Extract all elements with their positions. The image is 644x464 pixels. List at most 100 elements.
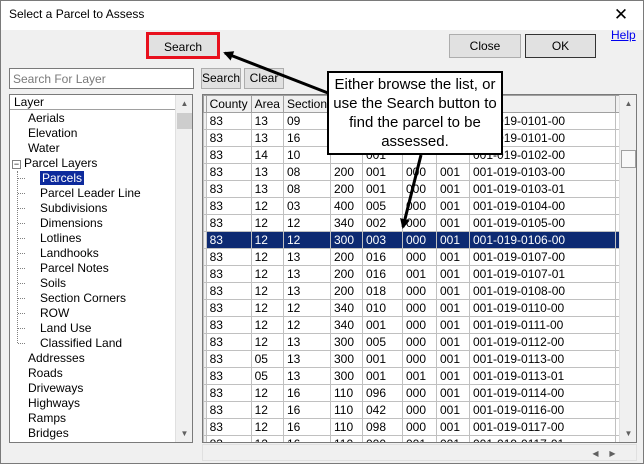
- table-cell[interactable]: 83: [205, 367, 252, 385]
- table-cell[interactable]: 001: [436, 401, 470, 419]
- table-cell[interactable]: 300: [330, 333, 363, 351]
- table-cell[interactable]: 340: [330, 316, 363, 334]
- table-cell[interactable]: 001-019-0117-00: [469, 418, 616, 436]
- table-cell[interactable]: 001: [436, 231, 470, 249]
- table-row[interactable]: 83 12 12 340 002 000 001 001-019-0105-00: [203, 214, 636, 232]
- table-cell[interactable]: 12: [282, 316, 332, 334]
- tree-item[interactable]: Classified Land: [18, 336, 122, 351]
- column-header[interactable]: Section: [282, 95, 332, 113]
- table-cell[interactable]: 001-019-0110-00: [469, 299, 616, 317]
- table-cell[interactable]: 098: [362, 418, 403, 436]
- table-cell[interactable]: 000: [402, 384, 437, 402]
- tree-item[interactable]: − Parcel Layers: [12, 156, 97, 171]
- table-cell[interactable]: 005: [362, 197, 403, 215]
- table-cell[interactable]: 001-019-0111-00: [469, 316, 616, 334]
- table-cell[interactable]: 08: [282, 180, 332, 198]
- table-cell[interactable]: 000: [402, 401, 437, 419]
- table-cell[interactable]: 001: [436, 282, 470, 300]
- table-cell[interactable]: 000: [402, 214, 437, 232]
- table-cell[interactable]: 300: [330, 350, 363, 368]
- table-cell[interactable]: 13: [282, 333, 332, 351]
- table-cell[interactable]: 003: [362, 231, 403, 249]
- table-cell[interactable]: 110: [330, 418, 363, 436]
- table-cell[interactable]: 13: [282, 282, 332, 300]
- table-cell[interactable]: 14: [250, 146, 284, 164]
- table-cell[interactable]: 000: [402, 299, 437, 317]
- table-cell[interactable]: 001-019-0105-00: [469, 214, 616, 232]
- table-cell[interactable]: 83: [205, 384, 252, 402]
- table-cell[interactable]: 13: [282, 248, 332, 266]
- grid-search-button[interactable]: Search: [201, 68, 241, 89]
- tree-item[interactable]: Subdivisions: [18, 201, 107, 216]
- table-cell[interactable]: 002: [362, 214, 403, 232]
- table-cell[interactable]: 300: [330, 367, 363, 385]
- table-cell[interactable]: 000: [402, 333, 437, 351]
- table-row[interactable]: 83 12 13 200 016 000 001 001-019-0107-00: [203, 248, 636, 266]
- table-cell[interactable]: 000: [402, 163, 437, 181]
- table-cell[interactable]: 12: [250, 333, 284, 351]
- table-cell[interactable]: 001: [436, 214, 470, 232]
- table-cell[interactable]: 13: [282, 367, 332, 385]
- table-cell[interactable]: 001-019-0117-01: [469, 435, 616, 442]
- tree-item[interactable]: Section Corners: [18, 291, 126, 306]
- table-cell[interactable]: 13: [282, 350, 332, 368]
- table-cell[interactable]: 001: [436, 367, 470, 385]
- table-cell[interactable]: 12: [250, 282, 284, 300]
- table-cell[interactable]: 12: [250, 384, 284, 402]
- table-cell[interactable]: 096: [362, 384, 403, 402]
- table-cell[interactable]: 001: [436, 248, 470, 266]
- table-cell[interactable]: 001: [402, 435, 437, 442]
- layer-search-input[interactable]: [9, 68, 194, 89]
- tree-item[interactable]: Bridges: [28, 426, 69, 441]
- table-cell[interactable]: 110: [330, 384, 363, 402]
- scroll-right-icon[interactable]: ▶: [604, 445, 621, 462]
- table-cell[interactable]: 016: [362, 265, 403, 283]
- table-cell[interactable]: 001: [436, 316, 470, 334]
- clear-button[interactable]: Clear: [244, 68, 284, 89]
- tree-item[interactable]: ROW: [18, 306, 69, 321]
- table-cell[interactable]: 001-019-0106-00: [469, 231, 616, 249]
- table-cell[interactable]: 005: [362, 333, 403, 351]
- collapse-icon[interactable]: −: [12, 160, 21, 169]
- table-cell[interactable]: 200: [330, 248, 363, 266]
- tree-item[interactable]: Parcels: [18, 171, 85, 186]
- table-cell[interactable]: 000: [402, 248, 437, 266]
- table-cell[interactable]: 03: [282, 197, 332, 215]
- table-cell[interactable]: 09: [282, 112, 332, 130]
- table-cell[interactable]: 001-019-0104-00: [469, 197, 616, 215]
- search-button[interactable]: Search: [146, 32, 220, 59]
- table-cell[interactable]: 001: [436, 299, 470, 317]
- table-cell[interactable]: 001: [436, 384, 470, 402]
- table-cell[interactable]: 001: [436, 418, 470, 436]
- table-cell[interactable]: 12: [282, 299, 332, 317]
- table-cell[interactable]: 042: [362, 401, 403, 419]
- tree-item[interactable]: Railroads: [28, 441, 79, 442]
- table-row[interactable]: 83 12 13 200 018 000 001 001-019-0108-00: [203, 282, 636, 300]
- table-cell[interactable]: 001: [362, 367, 403, 385]
- table-cell[interactable]: 016: [362, 248, 403, 266]
- table-cell[interactable]: 001: [362, 316, 403, 334]
- table-cell[interactable]: 110: [330, 401, 363, 419]
- table-cell[interactable]: 83: [205, 265, 252, 283]
- table-cell[interactable]: 12: [250, 231, 284, 249]
- table-cell[interactable]: 13: [250, 180, 284, 198]
- table-cell[interactable]: 83: [205, 180, 252, 198]
- table-cell[interactable]: 200: [330, 180, 363, 198]
- scroll-left-icon[interactable]: ◀: [587, 445, 604, 462]
- table-cell[interactable]: 16: [282, 401, 332, 419]
- table-cell[interactable]: 12: [250, 418, 284, 436]
- table-row[interactable]: 83 12 13 300 005 000 001 001-019-0112-00: [203, 333, 636, 351]
- table-row[interactable]: 83 12 16 110 042 000 001 001-019-0116-00: [203, 401, 636, 419]
- table-cell[interactable]: 83: [205, 146, 252, 164]
- table-cell[interactable]: 000: [402, 418, 437, 436]
- table-cell[interactable]: 16: [282, 435, 332, 442]
- table-row[interactable]: 83 05 13 300 001 001 001 001-019-0113-01: [203, 367, 636, 385]
- layer-tree-panel[interactable]: Layer Aerials Elevation Water − Parcel Layer…: [9, 94, 193, 443]
- table-cell[interactable]: 83: [205, 197, 252, 215]
- column-header[interactable]: Area: [250, 95, 284, 113]
- table-row[interactable]: 83 13 08 200 001 000 001 001-019-0103-01: [203, 180, 636, 198]
- table-cell[interactable]: 340: [330, 214, 363, 232]
- table-cell[interactable]: 83: [205, 129, 252, 147]
- table-cell[interactable]: 200: [330, 163, 363, 181]
- table-cell[interactable]: 000: [402, 231, 437, 249]
